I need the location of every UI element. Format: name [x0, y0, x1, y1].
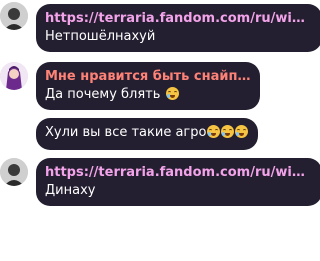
message-link-header[interactable]: https://terraria.fandom.com/ru/wiki/Terr… — [45, 10, 313, 28]
crying-laughing-emoji-icon — [235, 125, 249, 138]
avatar-image — [0, 62, 28, 90]
avatar-image — [0, 158, 28, 186]
crying-laughing-emoji-icon — [221, 125, 235, 138]
message-sender-name[interactable]: Мне нравится быть снайпером — [45, 68, 251, 86]
message-text: Хули вы все такие агро — [45, 125, 207, 140]
message-text: Нетпошёлнахуй — [45, 29, 156, 44]
crying-laughing-emoji-icon — [207, 125, 221, 138]
message-text: Динаху — [45, 183, 96, 198]
message-link-header[interactable]: https://terraria.fandom.com/ru/wiki/Terr… — [45, 164, 313, 182]
message-bubble-1[interactable]: https://terraria.fandom.com/ru/wiki/Terr… — [36, 4, 320, 52]
avatar-image — [0, 2, 28, 30]
message-bubble-2[interactable]: Мне нравится быть снайпером Да почему бл… — [36, 62, 260, 110]
message-line: Хули вы все такие агро — [45, 124, 249, 142]
avatar-user-1[interactable] — [0, 158, 28, 186]
crying-laughing-emoji-icon — [165, 87, 179, 100]
message-bubble-4[interactable]: https://terraria.fandom.com/ru/wiki/Terr… — [36, 158, 320, 206]
message-text: Да почему блять — [45, 87, 161, 102]
message-bubble-3[interactable]: Хули вы все такие агро — [36, 118, 258, 150]
avatar-user-1[interactable] — [0, 2, 28, 30]
message-line: Да почему блять — [45, 86, 251, 104]
avatar-user-2[interactable] — [0, 62, 28, 90]
